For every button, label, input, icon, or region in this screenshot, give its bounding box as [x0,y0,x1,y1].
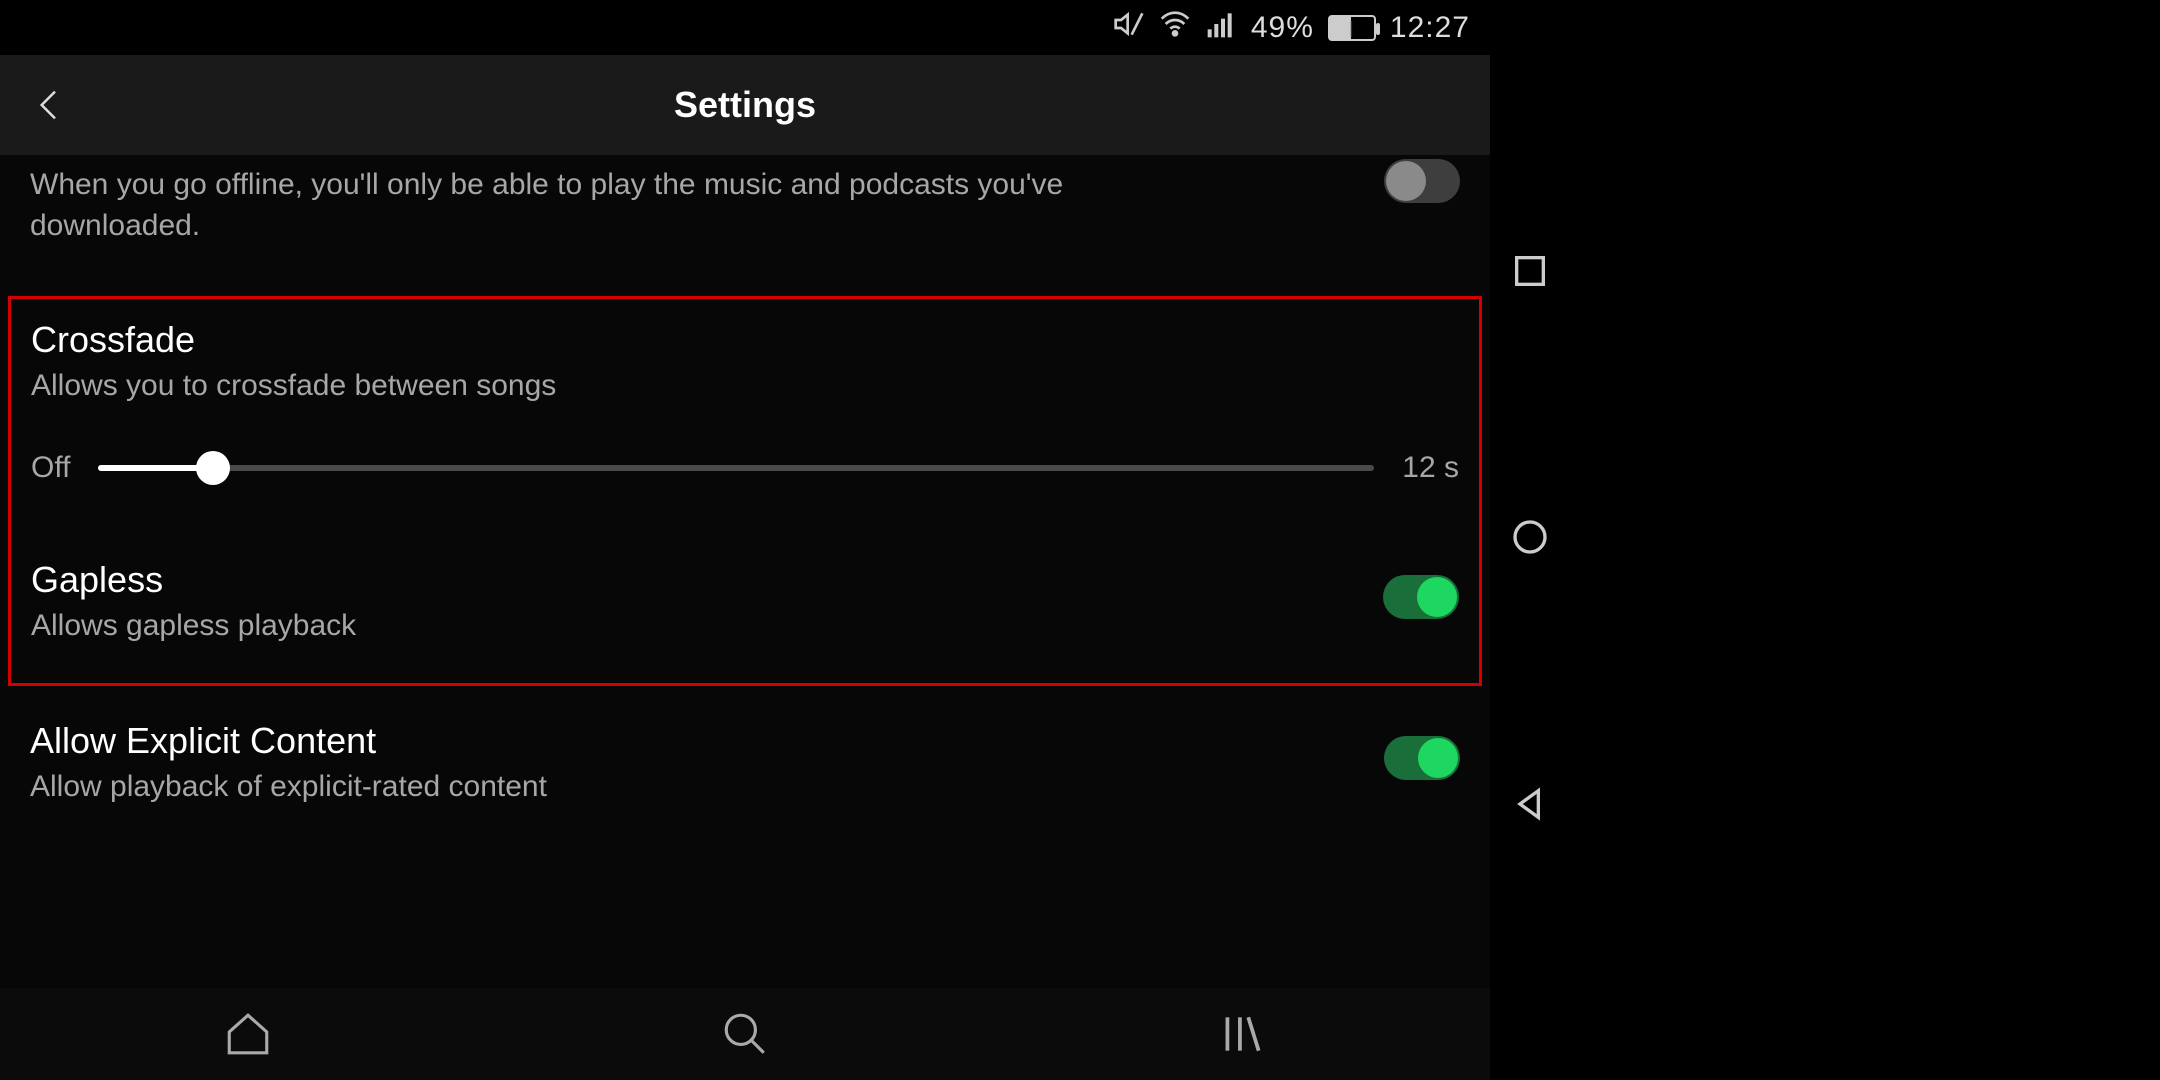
nav-search[interactable] [497,988,994,1080]
circle-icon [1510,517,1550,557]
system-back-button[interactable] [1510,784,1550,829]
system-home-button[interactable] [1510,517,1550,562]
battery-percent-label: 49% [1251,11,1314,45]
crossfade-slider-thumb[interactable] [196,451,230,485]
page-header: Settings [0,55,1490,155]
triangle-back-icon [1510,784,1550,824]
crossfade-max-label: 12 s [1402,451,1459,485]
status-bar: 49% ❘ 12:27 [0,0,1490,55]
crossfade-description: Allows you to crossfade between songs [31,369,1459,403]
nav-library[interactable] [993,988,1490,1080]
explicit-title: Allow Explicit Content [30,720,547,762]
bottom-nav [0,988,1490,1080]
page-title: Settings [0,84,1490,126]
offline-setting-row: When you go offline, you'll only be able… [0,155,1490,276]
explicit-toggle[interactable] [1384,736,1460,780]
crossfade-slider-row: Off 12 s [31,451,1459,485]
crossfade-min-label: Off [31,451,70,485]
mute-icon [1113,8,1145,48]
signal-icon [1205,8,1237,48]
explicit-setting: Allow Explicit Content Allow playback of… [0,686,1490,804]
home-icon [223,1009,273,1059]
crossfade-title: Crossfade [31,319,1459,361]
offline-toggle[interactable] [1384,159,1460,203]
library-icon [1217,1009,1267,1059]
gapless-title: Gapless [31,559,356,601]
system-nav-bar [1490,0,1570,1080]
gapless-toggle[interactable] [1383,575,1459,619]
gapless-setting: Gapless Allows gapless playback [31,551,1459,643]
search-icon [720,1009,770,1059]
wifi-icon [1159,8,1191,48]
app-screen: 49% ❘ 12:27 Settings When you go offline… [0,0,1490,1080]
settings-content: When you go offline, you'll only be able… [0,155,1490,988]
square-icon [1510,251,1550,291]
explicit-description: Allow playback of explicit-rated content [30,770,547,804]
nav-home[interactable] [0,988,497,1080]
system-recent-button[interactable] [1510,251,1550,296]
offline-description: When you go offline, you'll only be able… [30,165,1180,246]
crossfade-slider[interactable] [98,465,1374,471]
battery-icon: ❘ [1328,15,1376,41]
highlight-box: Crossfade Allows you to crossfade betwee… [8,296,1482,686]
gapless-description: Allows gapless playback [31,609,356,643]
crossfade-setting: Crossfade Allows you to crossfade betwee… [31,319,1459,485]
clock-label: 12:27 [1390,11,1470,45]
filler [1570,0,2160,1080]
